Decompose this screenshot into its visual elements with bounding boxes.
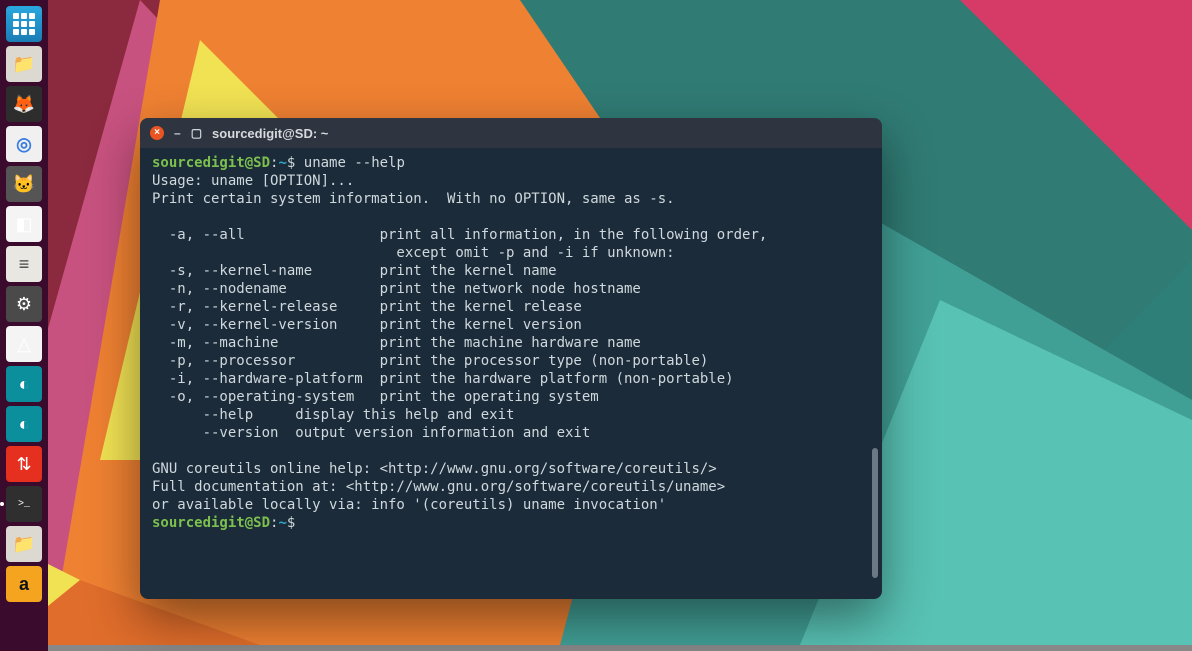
terminal-scrollbar[interactable]: [872, 148, 878, 579]
cat-icon: 🐱: [13, 174, 35, 195]
terminal-window[interactable]: × – ▢ sourcedigit@SD: ~ sourcedigit@SD:~…: [140, 118, 882, 599]
prompt-user: sourcedigit@SD: [152, 155, 270, 171]
terminal-body[interactable]: sourcedigit@SD:~$ uname --help Usage: un…: [140, 148, 882, 599]
app-p1-icon: ◐: [19, 374, 30, 395]
app-p2[interactable]: ◐: [6, 406, 42, 442]
gear-icon: ⚙: [16, 294, 32, 315]
prompt2-path: ~: [278, 515, 286, 531]
prompt2-user: sourcedigit@SD: [152, 515, 270, 531]
app-p1[interactable]: ◐: [6, 366, 42, 402]
cat-app[interactable]: 🐱: [6, 166, 42, 202]
command-1: uname --help: [304, 155, 405, 171]
files-app[interactable]: 📁: [6, 46, 42, 82]
running-pip: [0, 502, 4, 506]
sliders-icon: ≡: [19, 254, 30, 275]
libreoffice-app[interactable]: ◧: [6, 206, 42, 242]
vlc-app[interactable]: △: [6, 326, 42, 362]
transmission-app[interactable]: ⇅: [6, 446, 42, 482]
prompt2-symbol: $: [287, 515, 295, 531]
files-icon: 📁: [13, 54, 35, 75]
window-minimize-button[interactable]: –: [174, 126, 181, 140]
vlc-icon: △: [17, 334, 31, 355]
settings-app[interactable]: ⚙: [6, 286, 42, 322]
window-maximize-button[interactable]: ▢: [191, 126, 202, 140]
tweaks-app[interactable]: ≡: [6, 246, 42, 282]
close-icon: ×: [154, 128, 160, 138]
firefox-icon: 🦊: [13, 94, 35, 115]
amazon-app[interactable]: a: [6, 566, 42, 602]
prompt-path: ~: [278, 155, 286, 171]
chromium-icon: ◎: [16, 134, 32, 155]
command-output: Usage: uname [OPTION]... Print certain s…: [152, 173, 767, 513]
folder-icon: 📁: [13, 534, 35, 555]
window-titlebar[interactable]: × – ▢ sourcedigit@SD: ~: [140, 118, 882, 148]
launcher-dock: 📁 🦊 ◎ 🐱 ◧ ≡ ⚙ △ ◐ ◐ ⇅ >_ 📁 a: [0, 0, 48, 651]
window-title: sourcedigit@SD: ~: [212, 126, 328, 141]
grid-icon: [13, 13, 35, 35]
libreoffice-icon: ◧: [15, 214, 32, 235]
scrollbar-thumb[interactable]: [872, 448, 878, 578]
folder-app[interactable]: 📁: [6, 526, 42, 562]
app-p2-icon: ◐: [19, 414, 30, 435]
show-applications[interactable]: [6, 6, 42, 42]
chromium-app[interactable]: ◎: [6, 126, 42, 162]
updown-icon: ⇅: [16, 454, 31, 475]
prompt-symbol: $: [287, 155, 295, 171]
window-close-button[interactable]: ×: [150, 126, 164, 140]
terminal-icon: >_: [18, 499, 30, 510]
amazon-icon: a: [19, 574, 29, 595]
terminal-app[interactable]: >_: [6, 486, 42, 522]
firefox-app[interactable]: 🦊: [6, 86, 42, 122]
